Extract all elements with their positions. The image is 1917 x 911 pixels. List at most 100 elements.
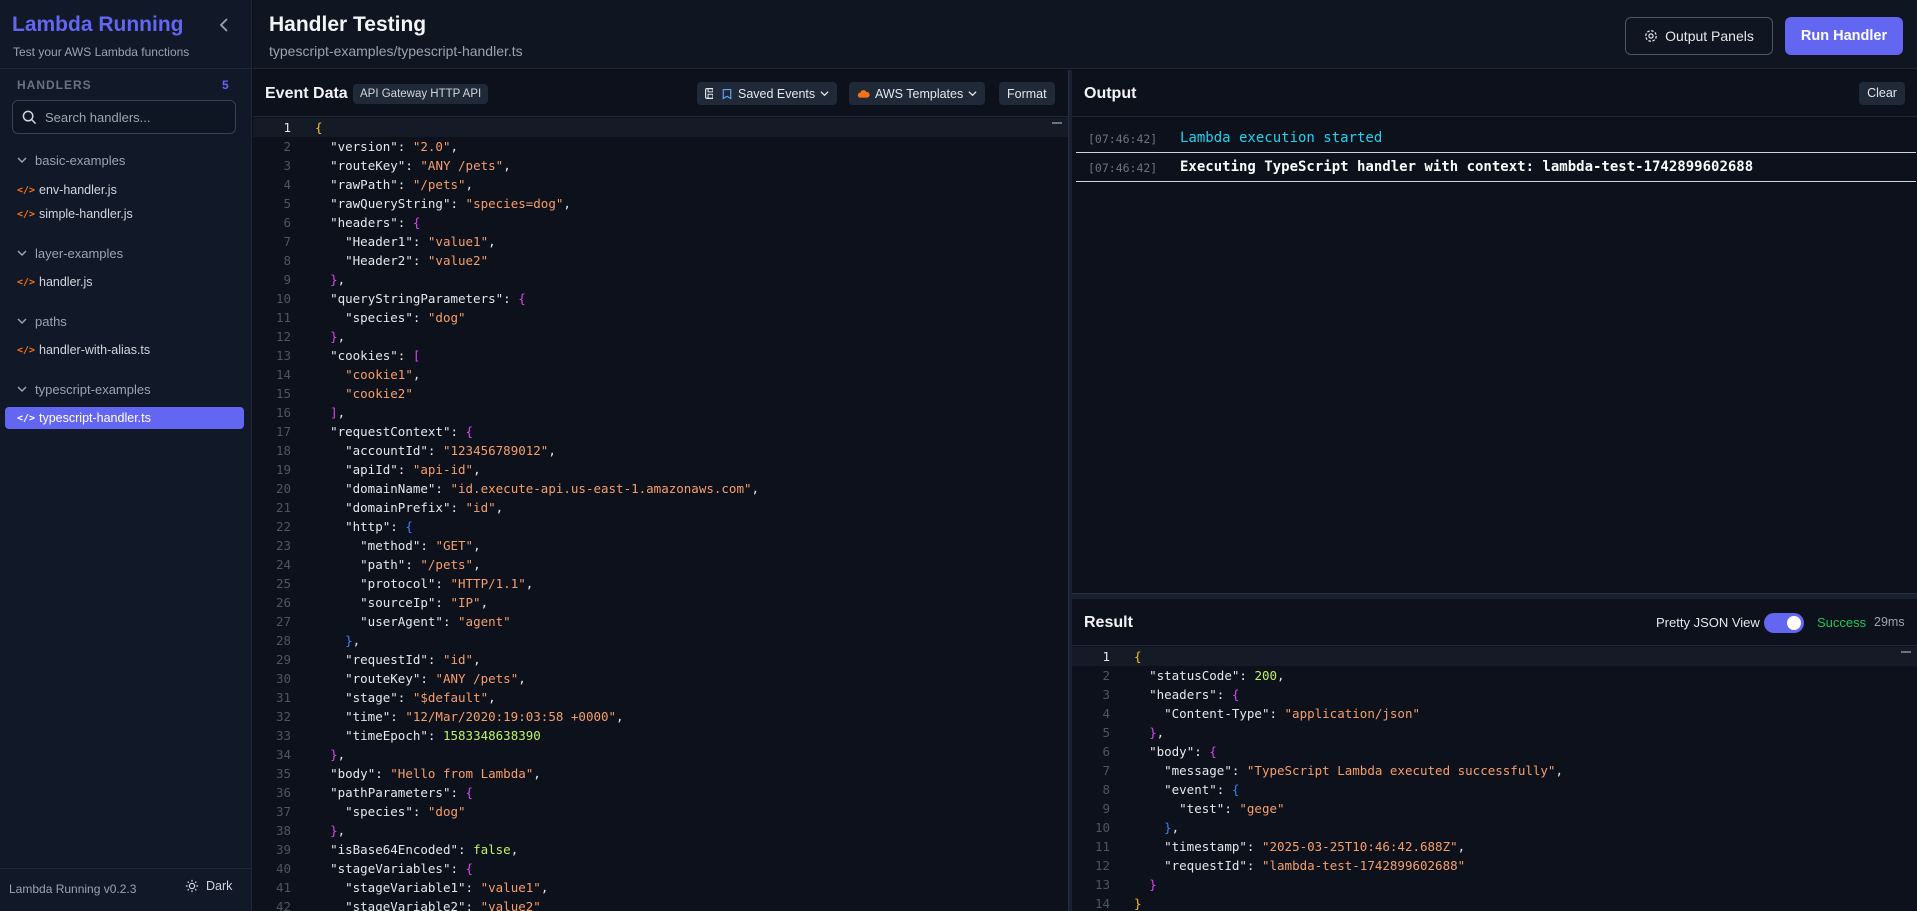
code-text: "requestId": "id", — [345, 652, 481, 667]
line-number: 1 — [1102, 649, 1110, 664]
result-code-viewer[interactable]: 1{2 "statusCode": 200, 3 "headers": {4 "C… — [1072, 647, 1917, 911]
line-number: 22 — [275, 519, 291, 534]
line-number: 3 — [283, 158, 291, 173]
search-box — [12, 100, 236, 134]
code-line: 12 "requestId": "lambda-test-17428996026… — [1072, 856, 1917, 875]
line-number: 11 — [275, 310, 291, 325]
saved-events-dropdown[interactable]: Saved Events — [713, 82, 838, 105]
line-number: 5 — [1102, 725, 1110, 740]
code-icon: </> — [17, 208, 36, 220]
code-line: 20 "domainName": "id.execute-api.us-east… — [253, 479, 1068, 498]
code-text: "requestContext": { — [330, 424, 474, 439]
chevron-down-icon — [17, 250, 27, 257]
code-text: "protocol": "HTTP/1.1", — [360, 576, 534, 591]
code-line: 28 }, — [253, 631, 1068, 650]
chevron-down-icon — [17, 157, 27, 164]
code-icon: </> — [17, 344, 36, 356]
folder-label: layer-examples — [35, 245, 124, 261]
file-handler-with-alias[interactable]: </> handler-with-alias.ts — [5, 339, 244, 361]
code-line: 30 "routeKey": "ANY /pets", — [253, 669, 1068, 688]
handlers-heading: HANDLERS — [17, 78, 92, 92]
file-label: typescript-handler.ts — [39, 411, 151, 425]
file-env-handler[interactable]: </> env-handler.js — [5, 179, 244, 201]
aws-templates-dropdown[interactable]: AWS Templates — [849, 82, 986, 105]
format-button[interactable]: Format — [999, 82, 1055, 105]
code-line: 10 "queryStringParameters": { — [253, 289, 1068, 308]
pretty-json-label: Pretty JSON View — [1656, 615, 1760, 630]
code-text: "accountId": "123456789012", — [345, 443, 556, 458]
code-line: 9 "test": "gege" — [1072, 799, 1917, 818]
file-simple-handler[interactable]: </> simple-handler.js — [5, 203, 244, 225]
line-number: 18 — [275, 443, 291, 458]
line-number: 39 — [275, 842, 291, 857]
log-line: [07:46:42] Lambda execution started — [1076, 125, 1916, 153]
line-number: 4 — [1102, 706, 1110, 721]
event-code-editor[interactable]: 1{2 "version": "2.0", 3 "routeKey": "ANY … — [253, 118, 1068, 911]
output-panels-button[interactable]: Output Panels — [1625, 17, 1773, 55]
line-number: 10 — [275, 291, 291, 306]
folder-typescript-examples[interactable]: typescript-examples — [17, 380, 151, 398]
folder-basic-examples[interactable]: basic-examples — [17, 151, 125, 169]
result-scrollbar[interactable] — [1901, 651, 1911, 653]
line-number: 2 — [1102, 668, 1110, 683]
code-line: 5 }, — [1072, 723, 1917, 742]
folder-paths[interactable]: paths — [17, 312, 67, 330]
output-panel-title: Output — [1084, 85, 1137, 102]
line-number: 42 — [275, 899, 291, 911]
code-line: 11 "species": "dog" — [253, 308, 1068, 327]
file-typescript-handler[interactable]: </> typescript-handler.ts — [5, 407, 244, 429]
code-text: "timeEpoch": 1583348638390 — [345, 728, 541, 743]
code-line: 17 "requestContext": { — [253, 422, 1068, 441]
editor-scrollbar[interactable] — [1052, 122, 1062, 124]
code-line: 21 "domainPrefix": "id", — [253, 498, 1068, 517]
event-panel-title: Event Data — [265, 85, 348, 102]
code-line: 7 "message": "TypeScript Lambda executed… — [1072, 761, 1917, 780]
code-text: { — [315, 120, 323, 135]
gear-icon — [1645, 30, 1657, 42]
code-line: 24 "path": "/pets", — [253, 555, 1068, 574]
run-handler-button[interactable]: Run Handler — [1785, 17, 1903, 55]
pretty-json-toggle[interactable] — [1764, 613, 1804, 633]
line-number: 25 — [275, 576, 291, 591]
version-label: Lambda Running v0.2.3 — [9, 882, 137, 896]
line-number: 3 — [1102, 687, 1110, 702]
clear-output-button[interactable]: Clear — [1859, 82, 1905, 105]
code-line: 42 "stageVariable2": "value2" — [253, 897, 1068, 911]
line-number: 1 — [283, 120, 291, 135]
code-line: 3 "routeKey": "ANY /pets", — [253, 156, 1068, 175]
code-icon: </> — [17, 184, 36, 196]
log-message: Executing TypeScript handler with contex… — [1180, 159, 1754, 175]
line-number: 13 — [275, 348, 291, 363]
code-text: }, — [330, 272, 346, 287]
line-number: 36 — [275, 785, 291, 800]
code-text: } — [1149, 877, 1157, 892]
code-text: "isBase64Encoded": false, — [330, 842, 519, 857]
output-panel: Output Clear [07:46:42] Lambda execution… — [1072, 70, 1917, 593]
folder-layer-examples[interactable]: layer-examples — [17, 244, 123, 262]
code-text: "queryStringParameters": { — [330, 291, 526, 306]
code-text: "version": "2.0", — [330, 139, 459, 154]
file-handler[interactable]: </> handler.js — [5, 271, 244, 293]
code-line: 19 "apiId": "api-id", — [253, 460, 1068, 479]
code-text: "userAgent": "agent" — [360, 614, 511, 629]
code-line: 13 } — [1072, 875, 1917, 894]
file-label: handler.js — [39, 275, 93, 289]
file-label: env-handler.js — [39, 183, 117, 197]
theme-toggle-button[interactable]: Dark — [185, 879, 232, 893]
code-text: { — [1134, 649, 1142, 664]
code-text: "rawQueryString": "species=dog", — [330, 196, 571, 211]
code-line: 6 "headers": { — [253, 213, 1068, 232]
line-number: 27 — [275, 614, 291, 629]
line-number: 14 — [275, 367, 291, 382]
log-line: [07:46:42] Executing TypeScript handler … — [1076, 154, 1916, 182]
search-input[interactable] — [45, 101, 231, 133]
result-panel-title: Result — [1084, 614, 1133, 631]
folder-label: typescript-examples — [35, 381, 151, 397]
line-number: 38 — [275, 823, 291, 838]
line-number: 41 — [275, 880, 291, 895]
collapse-sidebar-button[interactable] — [215, 15, 235, 35]
code-text: "species": "dog" — [345, 804, 466, 819]
code-line: 35 "body": "Hello from Lambda", — [253, 764, 1068, 783]
app-title: Lambda Running — [12, 13, 184, 36]
line-number: 12 — [275, 329, 291, 344]
